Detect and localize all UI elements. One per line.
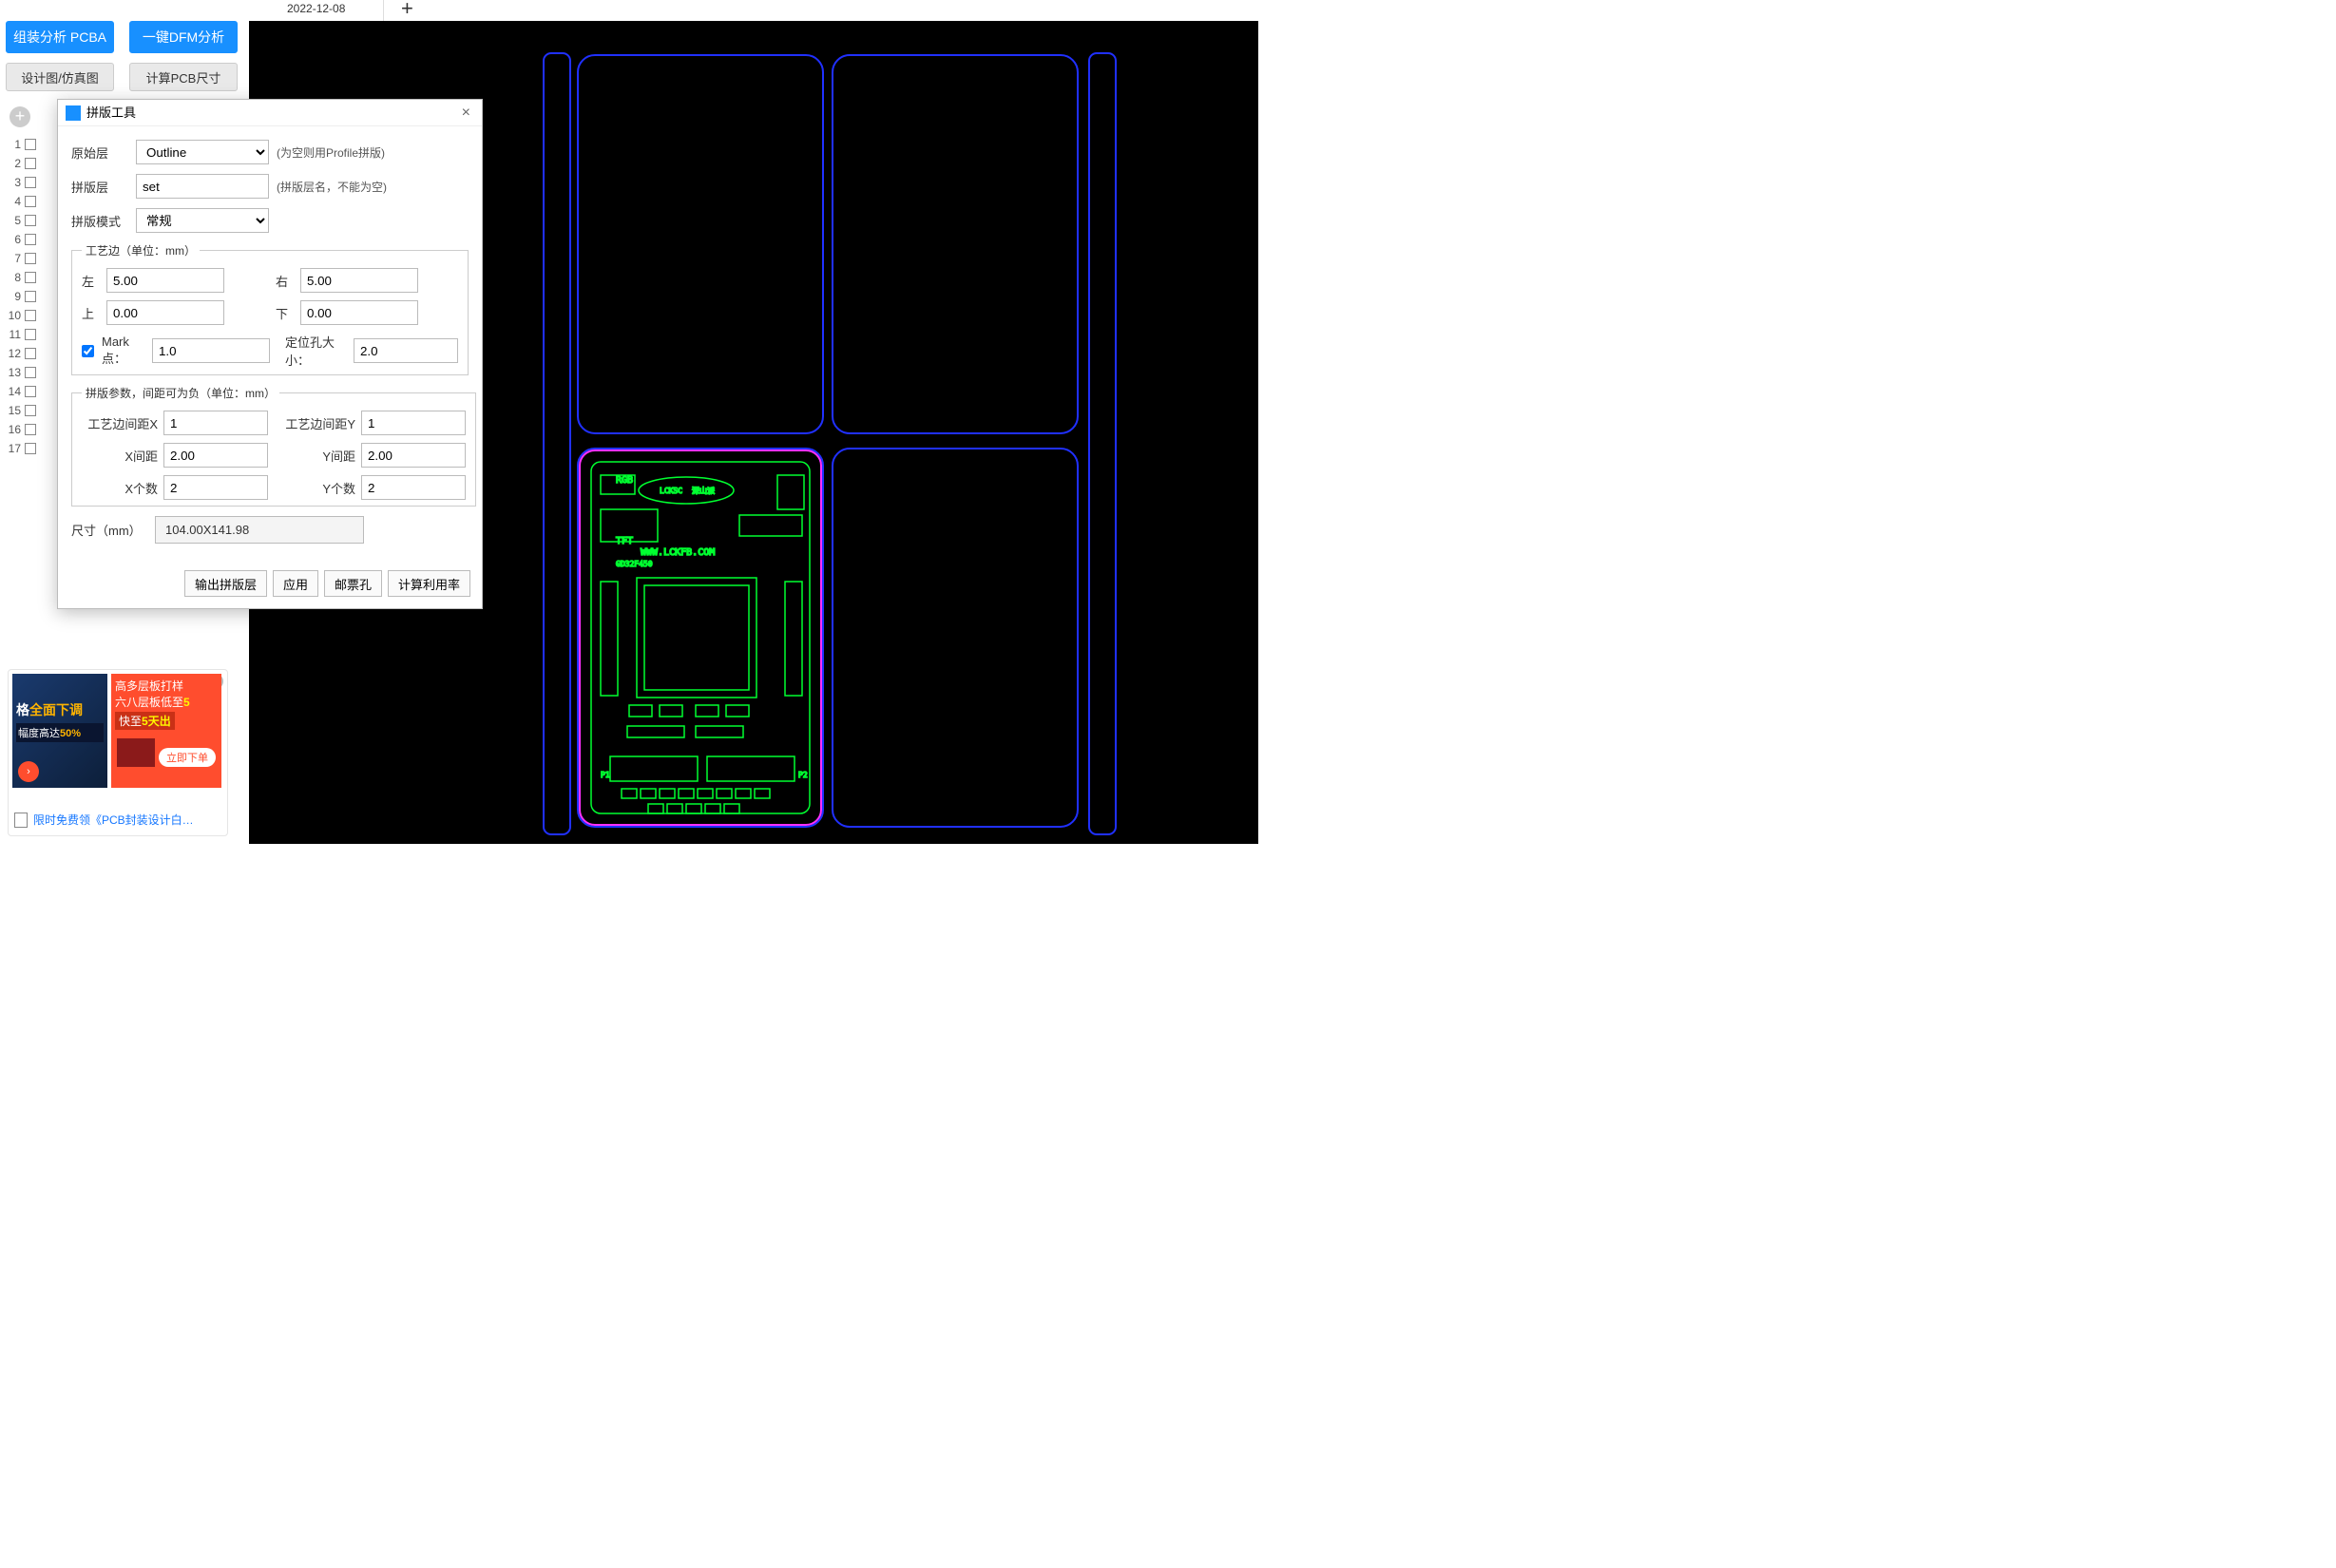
add-layer-button[interactable]: + [10, 106, 30, 127]
arrow-icon: › [18, 761, 39, 782]
rail-gap-y-input[interactable] [361, 411, 466, 435]
ad-left-line1: 全面下调 [29, 702, 83, 717]
gutter-row[interactable]: 15 [0, 401, 36, 420]
calc-size-button[interactable]: 计算PCB尺寸 [129, 63, 238, 91]
dim-value: 104.00X141.98 [155, 516, 364, 544]
dialog-titlebar[interactable]: 拼版工具 × [58, 100, 482, 126]
gutter-row[interactable]: 1 [0, 135, 36, 154]
dim-label: 尺寸（mm） [71, 521, 147, 539]
gutter-row[interactable]: 16 [0, 420, 36, 439]
gap-x-input[interactable] [163, 443, 268, 468]
bottom-label: 下 [276, 304, 295, 322]
bottom-input[interactable] [300, 300, 418, 325]
panel-layer-input[interactable] [136, 174, 269, 199]
gap-y-label: Y间距 [279, 447, 355, 465]
mark-label: Mark点： [102, 335, 144, 367]
ad-right-l3b: 5天出 [142, 715, 171, 728]
panelize-dialog: 拼版工具 × 原始层 Outline (为空则用Profile拼版) 拼版层 (… [57, 99, 483, 609]
ad-panel: × 格全面下调 幅度高达50% › 高多层板打样 六八层板低至5 快至5天出 立… [8, 669, 228, 836]
pcb-mcu-label: GD32F450 [616, 560, 653, 568]
util-button[interactable]: 计算利用率 [388, 570, 470, 597]
dfm-button[interactable]: 一键DFM分析 [129, 21, 238, 53]
app-icon [66, 105, 81, 121]
rail-gap-x-input[interactable] [163, 411, 268, 435]
gutter-row[interactable]: 17 [0, 439, 36, 458]
count-x-label: X个数 [82, 479, 158, 497]
hole-input[interactable] [354, 338, 458, 363]
pcb-rgb-label: RGB [616, 475, 633, 486]
rail-gap-x-label: 工艺边间距X [82, 414, 158, 432]
gutter-row[interactable]: 14 [0, 382, 36, 401]
rail-legend: 工艺边（单位：mm） [82, 242, 200, 258]
chip-icon [117, 738, 155, 767]
ad-right-l2a: 六八层板低至 [115, 696, 183, 709]
ad-right-l2b: 5 [183, 696, 190, 709]
pcb-logo-text: LCKSC [660, 487, 682, 495]
panel-layer-label: 拼版层 [71, 178, 128, 196]
param-legend: 拼版参数，间距可为负（单位：mm） [82, 385, 279, 401]
design-sim-button[interactable]: 设计图/仿真图 [6, 63, 114, 91]
gutter-row[interactable]: 9 [0, 287, 36, 306]
top-label: 上 [82, 304, 101, 322]
left-label: 左 [82, 272, 101, 290]
ad-order-button[interactable]: 立即下单 [159, 748, 216, 767]
ad-left-line2b: 50% [60, 728, 81, 739]
ad-right-l1: 高多层板打样 [115, 678, 218, 694]
rail-gap-y-label: 工艺边间距Y [279, 414, 355, 432]
param-fieldset: 拼版参数，间距可为负（单位：mm） 工艺边间距X 工艺边间距Y X间距 Y间距 … [71, 385, 476, 507]
ad-right-l3a: 快至 [119, 715, 142, 728]
output-layer-button[interactable]: 输出拼版层 [184, 570, 267, 597]
ad-right[interactable]: 高多层板打样 六八层板低至5 快至5天出 立即下单 [111, 674, 221, 788]
ad-foot-link[interactable]: 限时免费领《PCB封装设计白… [14, 812, 194, 828]
mark-input[interactable] [152, 338, 270, 363]
pcb-p1-label: P1 [601, 771, 610, 779]
gutter-row[interactable]: 2 [0, 154, 36, 173]
pcb-p2-label: P2 [798, 771, 808, 779]
assembly-pcba-button[interactable]: 组装分析 PCBA [6, 21, 114, 53]
gutter-row[interactable]: 6 [0, 230, 36, 249]
gap-y-input[interactable] [361, 443, 466, 468]
right-label: 右 [276, 272, 295, 290]
count-x-input[interactable] [163, 475, 268, 500]
gutter-row[interactable]: 3 [0, 173, 36, 192]
right-input[interactable] [300, 268, 418, 293]
count-y-label: Y个数 [279, 479, 355, 497]
dialog-close-button[interactable]: × [458, 100, 474, 126]
gutter-row[interactable]: 4 [0, 192, 36, 211]
pcb-logo2-text: 深山派 [692, 486, 715, 495]
stamp-hole-button[interactable]: 邮票孔 [324, 570, 382, 597]
panel-layer-hint: (拼版层名，不能为空) [277, 179, 387, 195]
gap-x-label: X间距 [82, 447, 158, 465]
gutter-row[interactable]: 11 [0, 325, 36, 344]
top-toolbar: 组装分析 PCBA 一键DFM分析 设计图/仿真图 计算PCB尺寸 [0, 0, 249, 95]
rail-fieldset: 工艺边（单位：mm） 左 右 上 下 Mark点： 定位孔大小： [71, 242, 469, 375]
doc-icon [14, 813, 28, 828]
left-input[interactable] [106, 268, 224, 293]
hole-label: 定位孔大小： [285, 333, 346, 369]
gutter-row[interactable]: 12 [0, 344, 36, 363]
tab-add-button[interactable]: + [392, 0, 423, 19]
gutter-row[interactable]: 8 [0, 268, 36, 287]
top-input[interactable] [106, 300, 224, 325]
ad-left[interactable]: 格全面下调 幅度高达50% › [12, 674, 107, 788]
pcb-url-label: WWW.LCKFB.COM [641, 547, 715, 558]
dialog-title-text: 拼版工具 [86, 100, 136, 126]
src-layer-hint: (为空则用Profile拼版) [277, 144, 385, 161]
mode-select[interactable]: 常规 [136, 208, 269, 233]
apply-button[interactable]: 应用 [273, 570, 318, 597]
src-layer-select[interactable]: Outline [136, 140, 269, 164]
mark-checkbox[interactable] [82, 345, 94, 357]
count-y-input[interactable] [361, 475, 466, 500]
ad-foot-text: 限时免费领《PCB封装设计白… [33, 812, 194, 828]
tab-active[interactable]: 2022-12-08 [249, 0, 384, 21]
tab-strip: 2022-12-08 + [249, 0, 1258, 21]
gutter-row[interactable]: 10 [0, 306, 36, 325]
pcb-tft-label: TFT [616, 536, 633, 546]
gutter-row[interactable]: 5 [0, 211, 36, 230]
gutter-row[interactable]: 13 [0, 363, 36, 382]
src-layer-label: 原始层 [71, 143, 128, 162]
gutter-row[interactable]: 7 [0, 249, 36, 268]
ad-left-line2a: 幅度高达 [18, 728, 60, 739]
mode-label: 拼版模式 [71, 212, 128, 230]
